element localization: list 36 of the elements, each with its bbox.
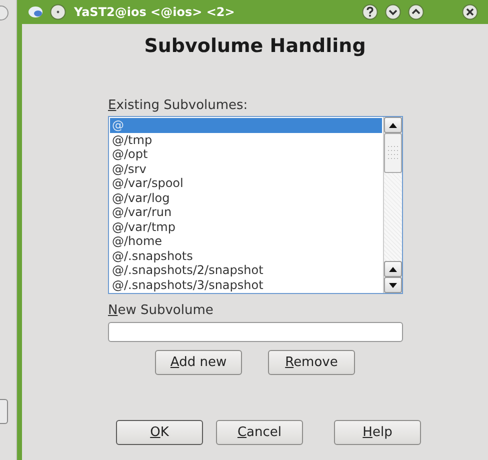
field-label: New Subvolume: [108, 303, 214, 318]
help-button[interactable]: Help: [334, 420, 421, 445]
scroll-up-button[interactable]: [384, 261, 402, 277]
close-icon[interactable]: [462, 4, 478, 20]
add-button[interactable]: Add new: [155, 350, 242, 375]
help-button[interactable]: [362, 4, 378, 20]
remove-button[interactable]: Remove: [268, 350, 355, 375]
list-item[interactable]: @/var/tmp: [110, 220, 382, 234]
cancel-button[interactable]: Cancel: [216, 420, 303, 445]
list-item[interactable]: @/tmp: [110, 132, 382, 147]
scroll-down-button[interactable]: [384, 277, 402, 293]
window-title: YaST2@ios <@ios> <2>: [74, 5, 235, 19]
list-item[interactable]: @/.snapshots: [110, 248, 382, 263]
scroll-thumb[interactable]: [384, 133, 402, 173]
partial-button[interactable]: [0, 399, 8, 424]
scrollbar[interactable]: [383, 117, 402, 293]
dialog-heading: Subvolume Handling: [143, 35, 367, 57]
maximize-button[interactable]: [408, 4, 424, 20]
down-triangle-icon: [389, 282, 397, 288]
subvolume-input[interactable]: [108, 322, 403, 342]
list-item[interactable]: @/.snapshots/3/snapshot: [110, 278, 382, 292]
list-item[interactable]: @/var/run: [110, 205, 382, 220]
list-item[interactable]: @/.snapshots/2/snapshot: [110, 263, 382, 278]
list-item[interactable]: @/var/log: [110, 190, 382, 205]
list-item[interactable]: @/home: [110, 234, 382, 248]
window-menu-icon[interactable]: [28, 6, 43, 18]
list-item[interactable]: @/opt: [110, 147, 382, 162]
list-item[interactable]: @/srv: [110, 162, 382, 176]
scroll-up-button[interactable]: [384, 117, 402, 133]
ok-button[interactable]: OK: [116, 420, 203, 445]
minimize-button[interactable]: [385, 4, 401, 20]
list-item[interactable]: @/var/spool: [110, 176, 382, 190]
up-triangle-icon: [389, 122, 397, 128]
up-triangle-icon: [389, 266, 397, 272]
sticky-button[interactable]: [50, 4, 66, 20]
list-label: Existing Subvolumes:: [108, 98, 249, 113]
